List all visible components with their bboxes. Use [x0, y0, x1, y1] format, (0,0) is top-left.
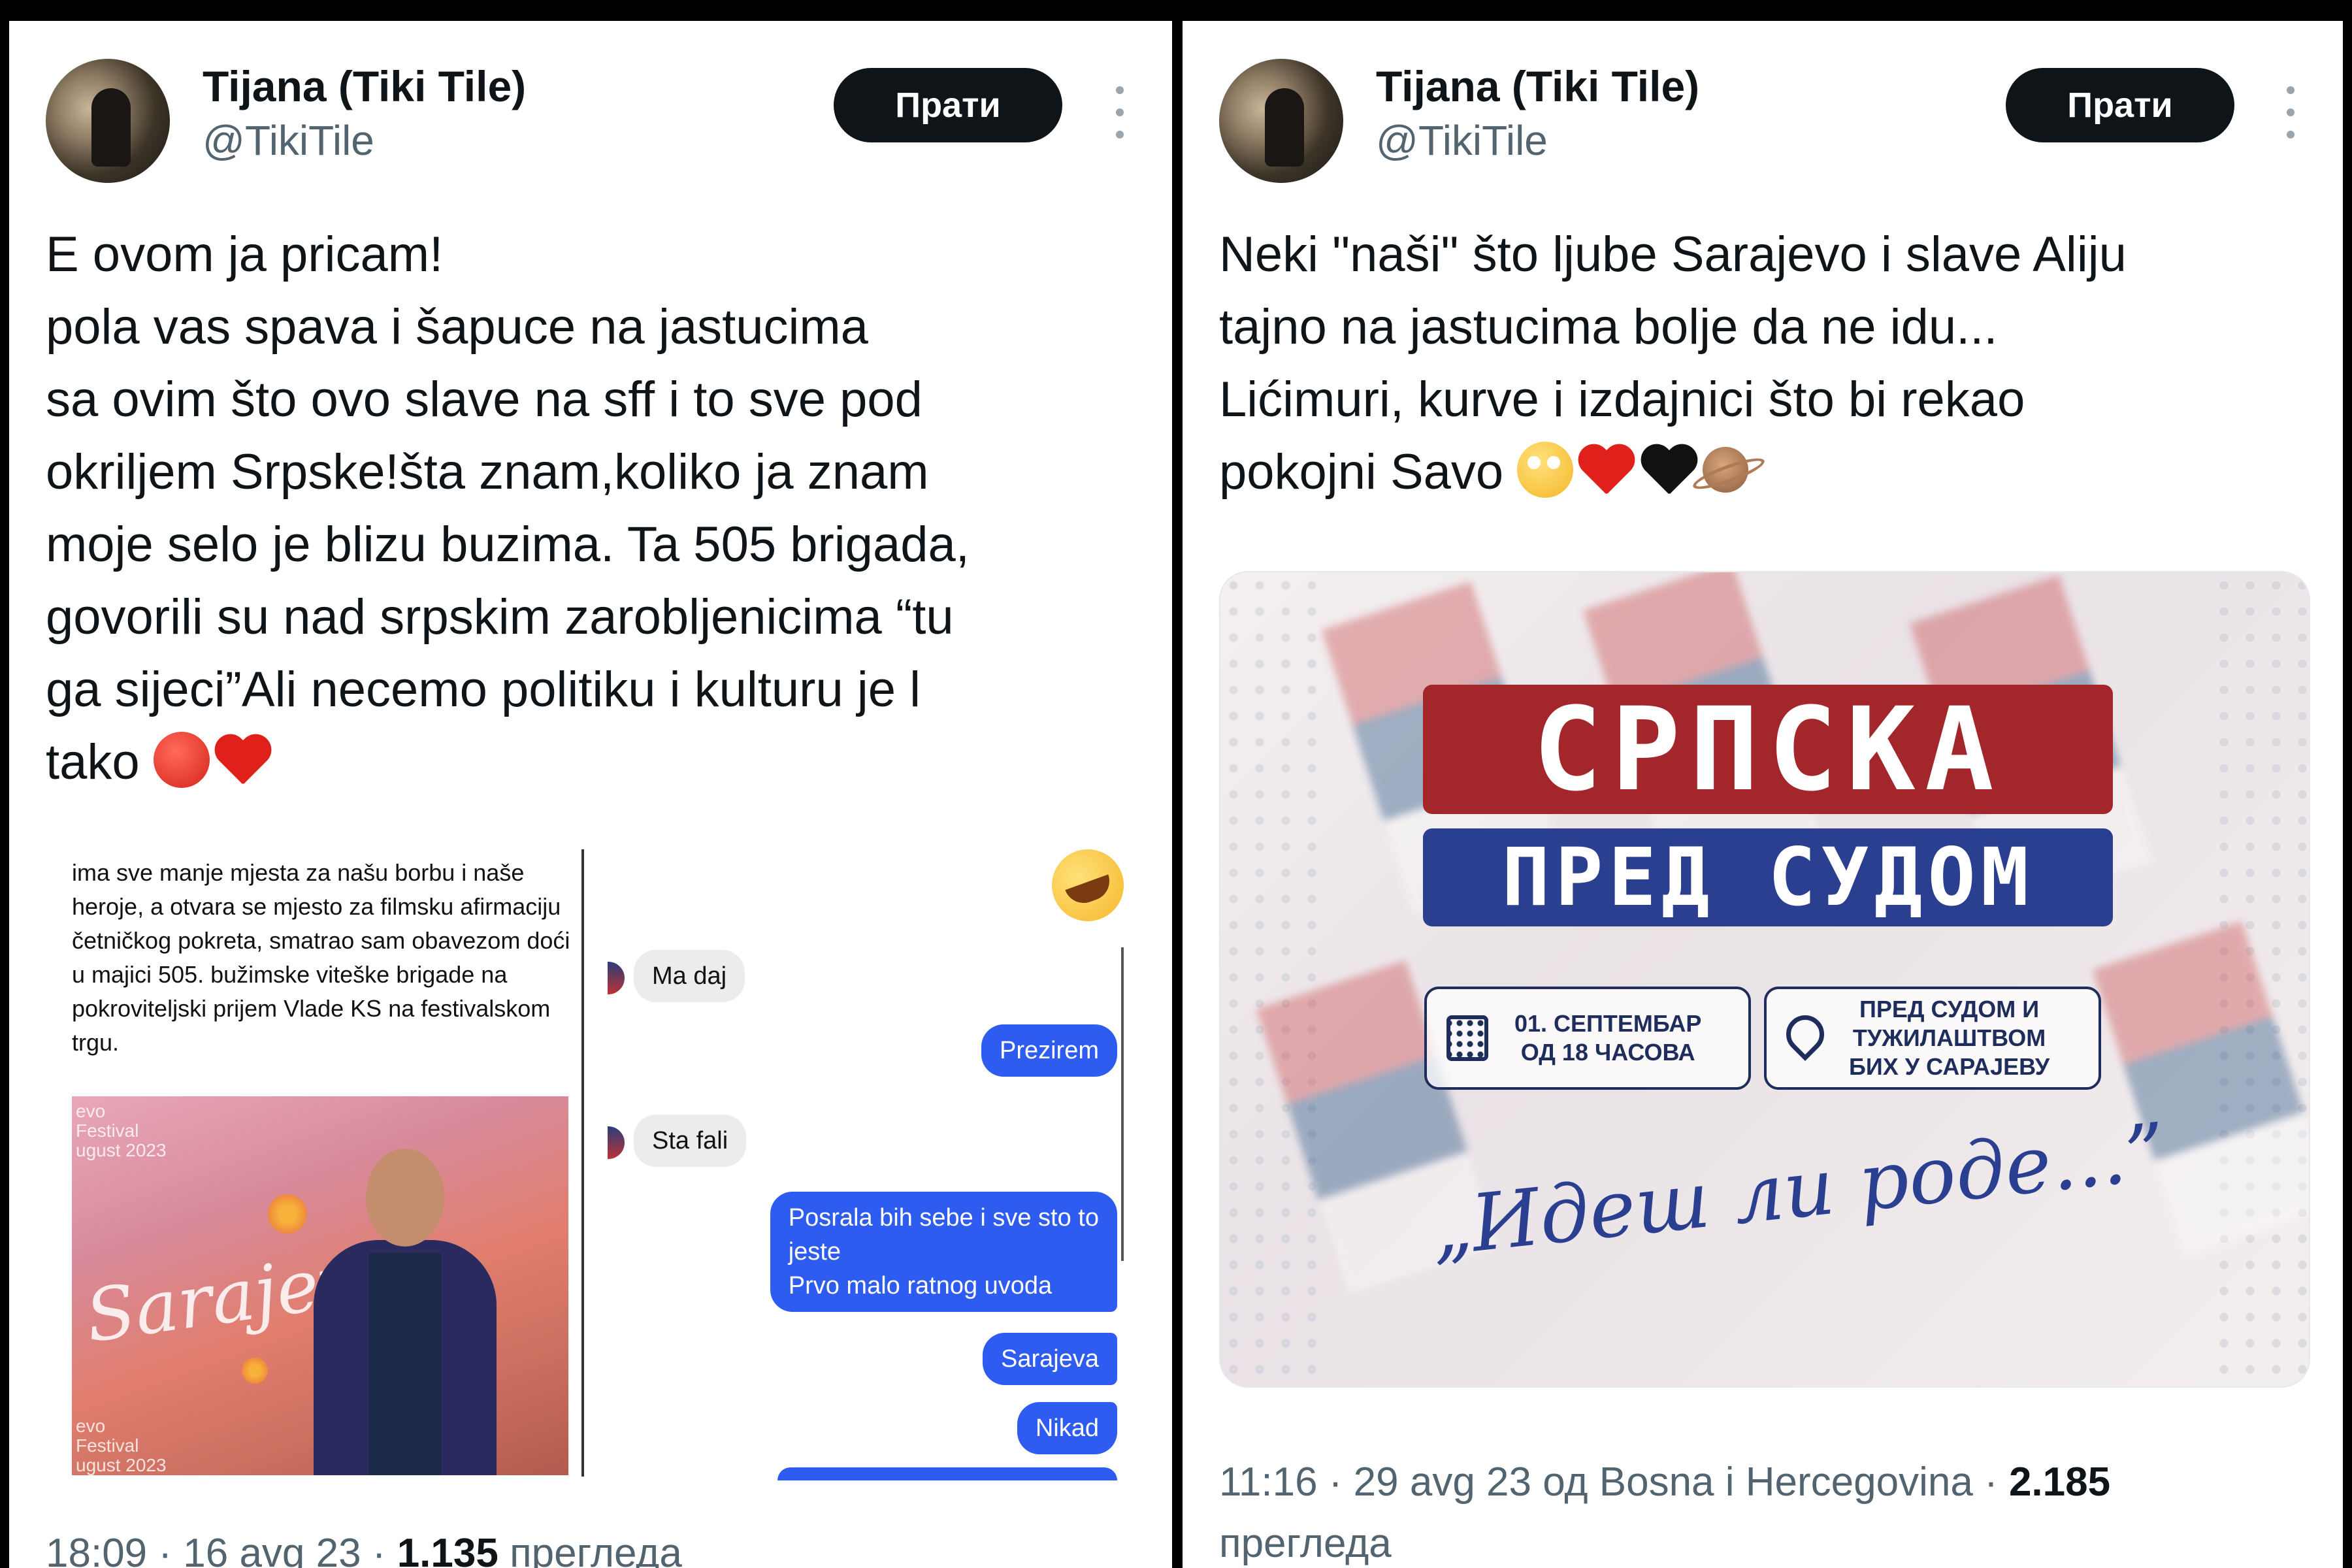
tweet-text-line: tajno na jastucima bolje da ne idu...	[1219, 299, 1998, 355]
tweet-text-word: tako	[46, 734, 140, 790]
contact-avatar	[608, 962, 625, 994]
flower-decoration	[268, 1194, 307, 1233]
ringed-planet-icon	[1703, 447, 1749, 493]
chat-scrollbar	[1121, 947, 1124, 1261]
chat-bubble-out: Sarajeva	[983, 1333, 1117, 1385]
calendar-icon	[1446, 1015, 1488, 1061]
tweet-text-line: ga sijeci”Ali necemo politiku i kulturu …	[46, 662, 921, 717]
person-figure	[307, 1135, 503, 1475]
tweet-text-line-last: pokojni Savo	[1219, 436, 2330, 508]
story-photo: evo Festival ugust 2023 Sarajevo evo Fes…	[72, 1096, 568, 1475]
tweet-timestamp[interactable]: 11:16 · 29 avg 23 од Bosna i Hercegovina…	[1219, 1460, 2009, 1505]
avatar[interactable]	[1219, 59, 1343, 183]
tweet-text-line-last: tako	[46, 726, 1156, 798]
black-heart-icon	[1640, 446, 1699, 498]
poster-title-bottom: ПРЕД СУДОМ	[1423, 828, 2113, 926]
angry-face-icon	[153, 732, 210, 788]
event-date-text: 01. СЕПТЕМБАР ОД 18 ЧАСОВА	[1514, 1010, 1702, 1066]
view-count: 2.185	[2008, 1460, 2111, 1505]
story-screenshot: ima sve manje mjesta za našu borbu i naš…	[55, 849, 584, 1477]
chat-bubble-in: Sta fali	[634, 1115, 747, 1167]
follow-button[interactable]: Прати	[834, 68, 1062, 142]
rolling-laughing-icon	[1041, 849, 1134, 932]
tweet-text-line: moje selo je blizu buzima. Ta 505 brigad…	[46, 517, 970, 572]
tweet-text-word: pokojni Savo	[1219, 444, 1504, 500]
event-place-box: ПРЕД СУДОМ И ТУЖИЛАШТВОМ БИХ У САРАЈЕВУ	[1764, 987, 2101, 1090]
location-pin-icon	[1786, 1015, 1823, 1061]
tweet-text: Neki "naši" što ljube Sarajevo i slave A…	[1219, 218, 2330, 508]
author-name[interactable]: Tijana (Tiki Tile)	[203, 61, 526, 111]
tweet-text-line: sa ovim što ovo slave na sff i to sve po…	[46, 372, 923, 427]
tweet-text-line: Lićimuri, kurve i izdajnici što bi rekao	[1219, 372, 2025, 427]
rolling-eyes-icon	[1517, 442, 1574, 498]
contact-avatar	[608, 1126, 625, 1159]
red-heart-icon	[1577, 446, 1636, 498]
folk-pattern-left	[1220, 572, 1318, 1386]
tweet-text-line: okriljem Srpske!šta znam,koliko ja znam	[46, 444, 929, 500]
view-label: прегледа	[1219, 1521, 1392, 1566]
view-label: прегледа	[498, 1531, 682, 1568]
red-heart-icon	[214, 736, 272, 788]
more-options-icon[interactable]	[1107, 86, 1133, 139]
tweet-meta: 11:16 · 29 avg 23 од Bosna i Hercegovina…	[1219, 1452, 2304, 1568]
tweet-text-line: E ovom ja pricam!	[46, 227, 444, 282]
poster-slogan: „Идеш ли роде...”	[1426, 1106, 2170, 1275]
chat-bubble-in: Ma daj	[634, 950, 745, 1002]
tweet-media[interactable]: ima sve manje mjesta za našu borbu i naš…	[46, 849, 1156, 1490]
chat-bubble-out: Posrala bih sebe i sve sto to jeste Prvo…	[770, 1192, 1117, 1312]
story-text: ima sve manje mjesta za našu borbu i naš…	[72, 859, 570, 1056]
tweet-text-line: Neki "naši" što ljube Sarajevo i slave A…	[1219, 227, 2127, 282]
chat-bubble-out: Prezirem	[981, 1024, 1117, 1077]
chat-screenshot: Ma daj Prezirem Sta fali Posrala bih seb…	[608, 849, 1143, 1480]
flower-decoration	[242, 1358, 268, 1384]
tweet-text-line: pola vas spava i šapuce na jastucima	[46, 299, 868, 355]
event-date-box: 01. СЕПТЕМБАР ОД 18 ЧАСОВА	[1424, 987, 1751, 1090]
tweet-text-line: govorili su nad srpskim zarobljenicima “…	[46, 589, 954, 645]
tweet-timestamp[interactable]: 18:09 · 16 avg 23 ·	[46, 1531, 397, 1568]
tweet-text: E ovom ja pricam! pola vas spava i šapuc…	[46, 218, 1156, 798]
follow-button[interactable]: Прати	[2006, 68, 2234, 142]
author-handle[interactable]: @TikiTile	[203, 116, 374, 165]
chat-bubble-out: Nikad	[1017, 1402, 1117, 1454]
author-handle[interactable]: @TikiTile	[1376, 116, 1548, 165]
poster-title-top: СРПСКА	[1423, 683, 2113, 817]
event-place-text: ПРЕД СУДОМ И ТУЖИЛАШТВОМ БИХ У САРАЈЕВУ	[1849, 996, 2050, 1080]
photo-caption: evo Festival ugust 2023	[76, 1101, 167, 1160]
author-name[interactable]: Tijana (Tiki Tile)	[1376, 61, 1699, 111]
tweet-right: Tijana (Tiki Tile) @TikiTile Прати Neki …	[1183, 21, 2343, 1568]
tweet-meta: 18:09 · 16 avg 23 · 1.135 прегледа	[46, 1530, 682, 1568]
tweet-media-poster[interactable]: СРПСКА ПРЕД СУДОМ 01. СЕПТЕМБАР ОД 18 ЧА…	[1219, 571, 2310, 1388]
tweet-left: Tijana (Tiki Tile) @TikiTile Прати E ovo…	[9, 21, 1172, 1568]
photo-caption: evo Festival ugust 2023	[76, 1416, 167, 1475]
avatar[interactable]	[46, 59, 170, 183]
chat-bubble-partial	[777, 1467, 1117, 1480]
more-options-icon[interactable]	[2278, 86, 2304, 139]
view-count: 1.135	[397, 1531, 498, 1568]
